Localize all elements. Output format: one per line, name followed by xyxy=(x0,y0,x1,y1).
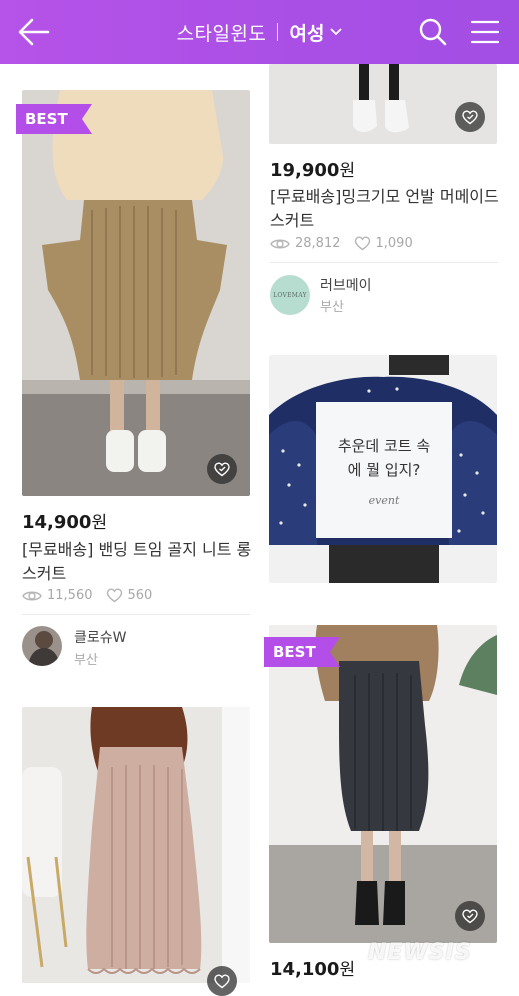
product-stats: 11,560 560 xyxy=(22,588,152,603)
product-name[interactable]: [무료배송] 밴딩 트임 골지 니트 롱스커트 xyxy=(22,538,254,586)
price-unit: 원 xyxy=(339,161,356,181)
event-label: event xyxy=(368,493,400,507)
product-stats: 28,812 1,090 xyxy=(270,236,413,251)
event-title: 추운데 코트 속 에 뭘 입지? xyxy=(337,436,431,479)
wishlist-button[interactable] xyxy=(207,454,237,484)
heart-icon xyxy=(354,236,370,251)
eye-icon xyxy=(22,591,42,600)
heart-icon xyxy=(462,109,478,124)
product-name[interactable]: [무료배송]밍크기모 언발 머메이드스커트 xyxy=(270,185,502,233)
gender-label: 여성 xyxy=(289,22,325,45)
seller-logo-text: LOVEMAY xyxy=(273,291,307,299)
seller-location: 부산 xyxy=(74,653,98,668)
like-count: 560 xyxy=(127,588,153,603)
wishlist-button[interactable] xyxy=(455,901,485,931)
event-overlay: 추운데 코트 속 에 뭘 입지? event xyxy=(316,402,452,538)
like-count: 1,090 xyxy=(375,236,413,251)
hamburger-menu-icon[interactable] xyxy=(470,18,500,46)
gender-selector[interactable]: 여성 xyxy=(289,19,343,46)
app-title[interactable]: 스타일윈도 xyxy=(177,19,267,46)
best-badge: BEST xyxy=(264,637,340,667)
heart-icon xyxy=(214,973,230,988)
chevron-down-icon xyxy=(330,28,343,36)
wishlist-button[interactable] xyxy=(207,966,237,996)
product-price: 19,900원 xyxy=(270,156,355,181)
newsis-watermark: NEWSIS xyxy=(368,940,472,965)
best-badge-label: BEST xyxy=(25,110,68,128)
seller-name[interactable]: 클로슈W xyxy=(74,627,126,647)
eye-icon xyxy=(270,239,290,248)
seller-avatar[interactable] xyxy=(22,626,62,666)
divider xyxy=(270,262,498,263)
best-badge: BEST xyxy=(16,104,92,134)
seller-location: 부산 xyxy=(320,300,344,315)
best-badge-label: BEST xyxy=(273,643,316,661)
product-image[interactable] xyxy=(22,90,250,496)
skirt-photo-beige xyxy=(22,90,250,496)
title-divider xyxy=(277,23,279,41)
product-image[interactable] xyxy=(269,625,497,943)
product-price: 14,900원 xyxy=(22,508,107,533)
divider xyxy=(22,614,250,615)
wishlist-button[interactable] xyxy=(455,102,485,132)
back-arrow-icon[interactable] xyxy=(16,14,52,50)
seller-name[interactable]: 러브메이 xyxy=(320,275,372,295)
search-icon[interactable] xyxy=(418,17,448,47)
skirt-photo-charcoal xyxy=(269,625,497,943)
price-value: 19,900 xyxy=(270,160,340,181)
top-app-bar: 스타일윈도 여성 xyxy=(0,0,519,64)
product-price: 14,100원 xyxy=(270,955,355,980)
view-count: 28,812 xyxy=(295,236,341,251)
seller-photo xyxy=(22,626,62,666)
price-value: 14,900 xyxy=(22,512,92,533)
product-image[interactable] xyxy=(22,707,250,983)
seller-avatar[interactable]: LOVEMAY xyxy=(270,275,310,315)
skirt-photo-pink xyxy=(22,707,250,983)
price-unit: 원 xyxy=(91,513,108,533)
price-value: 14,100 xyxy=(270,959,340,980)
view-count: 11,560 xyxy=(47,588,93,603)
heart-icon xyxy=(214,461,230,476)
heart-icon xyxy=(462,908,478,923)
price-unit: 원 xyxy=(339,960,356,980)
heart-icon xyxy=(106,588,122,603)
